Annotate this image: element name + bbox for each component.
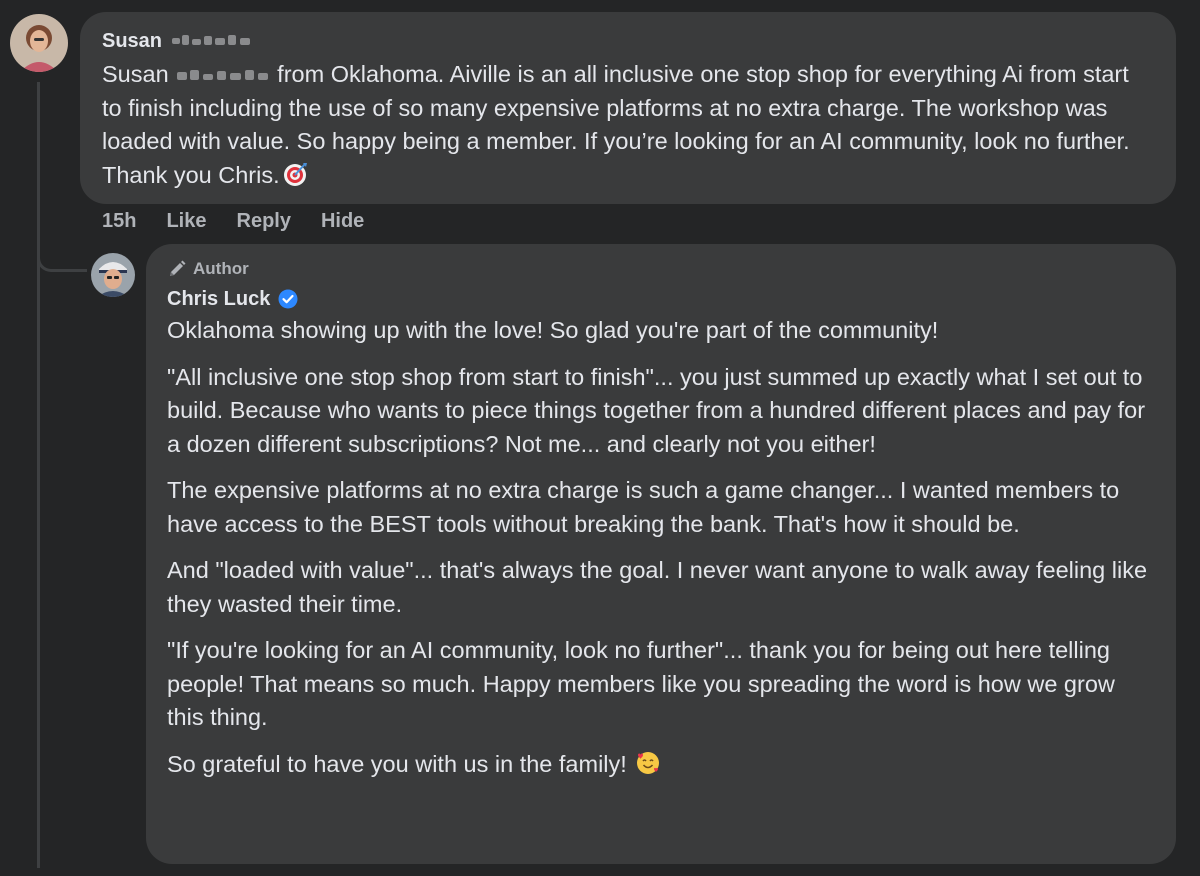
- verified-badge-icon: [278, 289, 298, 309]
- reply-paragraph-6: So grateful to have you with us in the f…: [167, 748, 1156, 782]
- author-badge: Author: [167, 258, 1156, 280]
- parent-comment-text: Susan from Oklahoma. Aiville is an all i…: [102, 58, 1154, 192]
- commenter-first-name: Susan: [102, 30, 163, 52]
- redacted-surname-icon: [172, 35, 251, 45]
- reply-author-name[interactable]: Chris Luck: [167, 286, 1156, 312]
- pencil-icon: [170, 260, 186, 276]
- redacted-name-in-text-icon: [176, 69, 268, 80]
- like-button[interactable]: Like: [166, 207, 206, 235]
- commenter-avatar[interactable]: [10, 14, 68, 72]
- commenter-name[interactable]: Susan: [102, 28, 1154, 54]
- comment-timestamp[interactable]: 15h: [102, 207, 136, 235]
- reply-button[interactable]: Reply: [237, 207, 291, 235]
- smiling-face-with-hearts-icon: [637, 751, 660, 774]
- reply-paragraph-2: "All inclusive one stop shop from start …: [167, 363, 1146, 457]
- hide-button[interactable]: Hide: [321, 207, 364, 235]
- reply-paragraph-4: And "loaded with value"... that's always…: [167, 557, 1148, 617]
- avatar-photo-icon: [91, 253, 135, 297]
- reply-paragraph-3: The expensive platforms at no extra char…: [167, 477, 1120, 537]
- thread-connector-line: [37, 82, 40, 868]
- comment-thread: Susan Susan from Oklahoma. Aiville is an…: [0, 0, 1200, 876]
- avatar-photo-icon: [10, 14, 68, 72]
- reply-paragraph-5: "If you're looking for an AI community, …: [167, 637, 1115, 730]
- direct-hit-target-icon: [283, 162, 307, 186]
- parent-comment-bubble: Susan Susan from Oklahoma. Aiville is an…: [80, 12, 1176, 204]
- reply-paragraph-6-text: So grateful to have you with us in the f…: [167, 750, 627, 777]
- comment-actions: 15h Like Reply Hide: [102, 207, 364, 235]
- reply-author-name-text: Chris Luck: [167, 288, 271, 310]
- comment-text-prefix: Susan: [102, 61, 169, 87]
- thread-connector-elbow: [37, 210, 87, 272]
- author-reply-bubble: Author Chris Luck Oklahoma showing up wi…: [146, 244, 1176, 864]
- author-badge-label: Author: [193, 259, 249, 278]
- author-avatar[interactable]: [91, 253, 135, 297]
- reply-paragraph-1: Oklahoma showing up with the love! So gl…: [167, 317, 939, 343]
